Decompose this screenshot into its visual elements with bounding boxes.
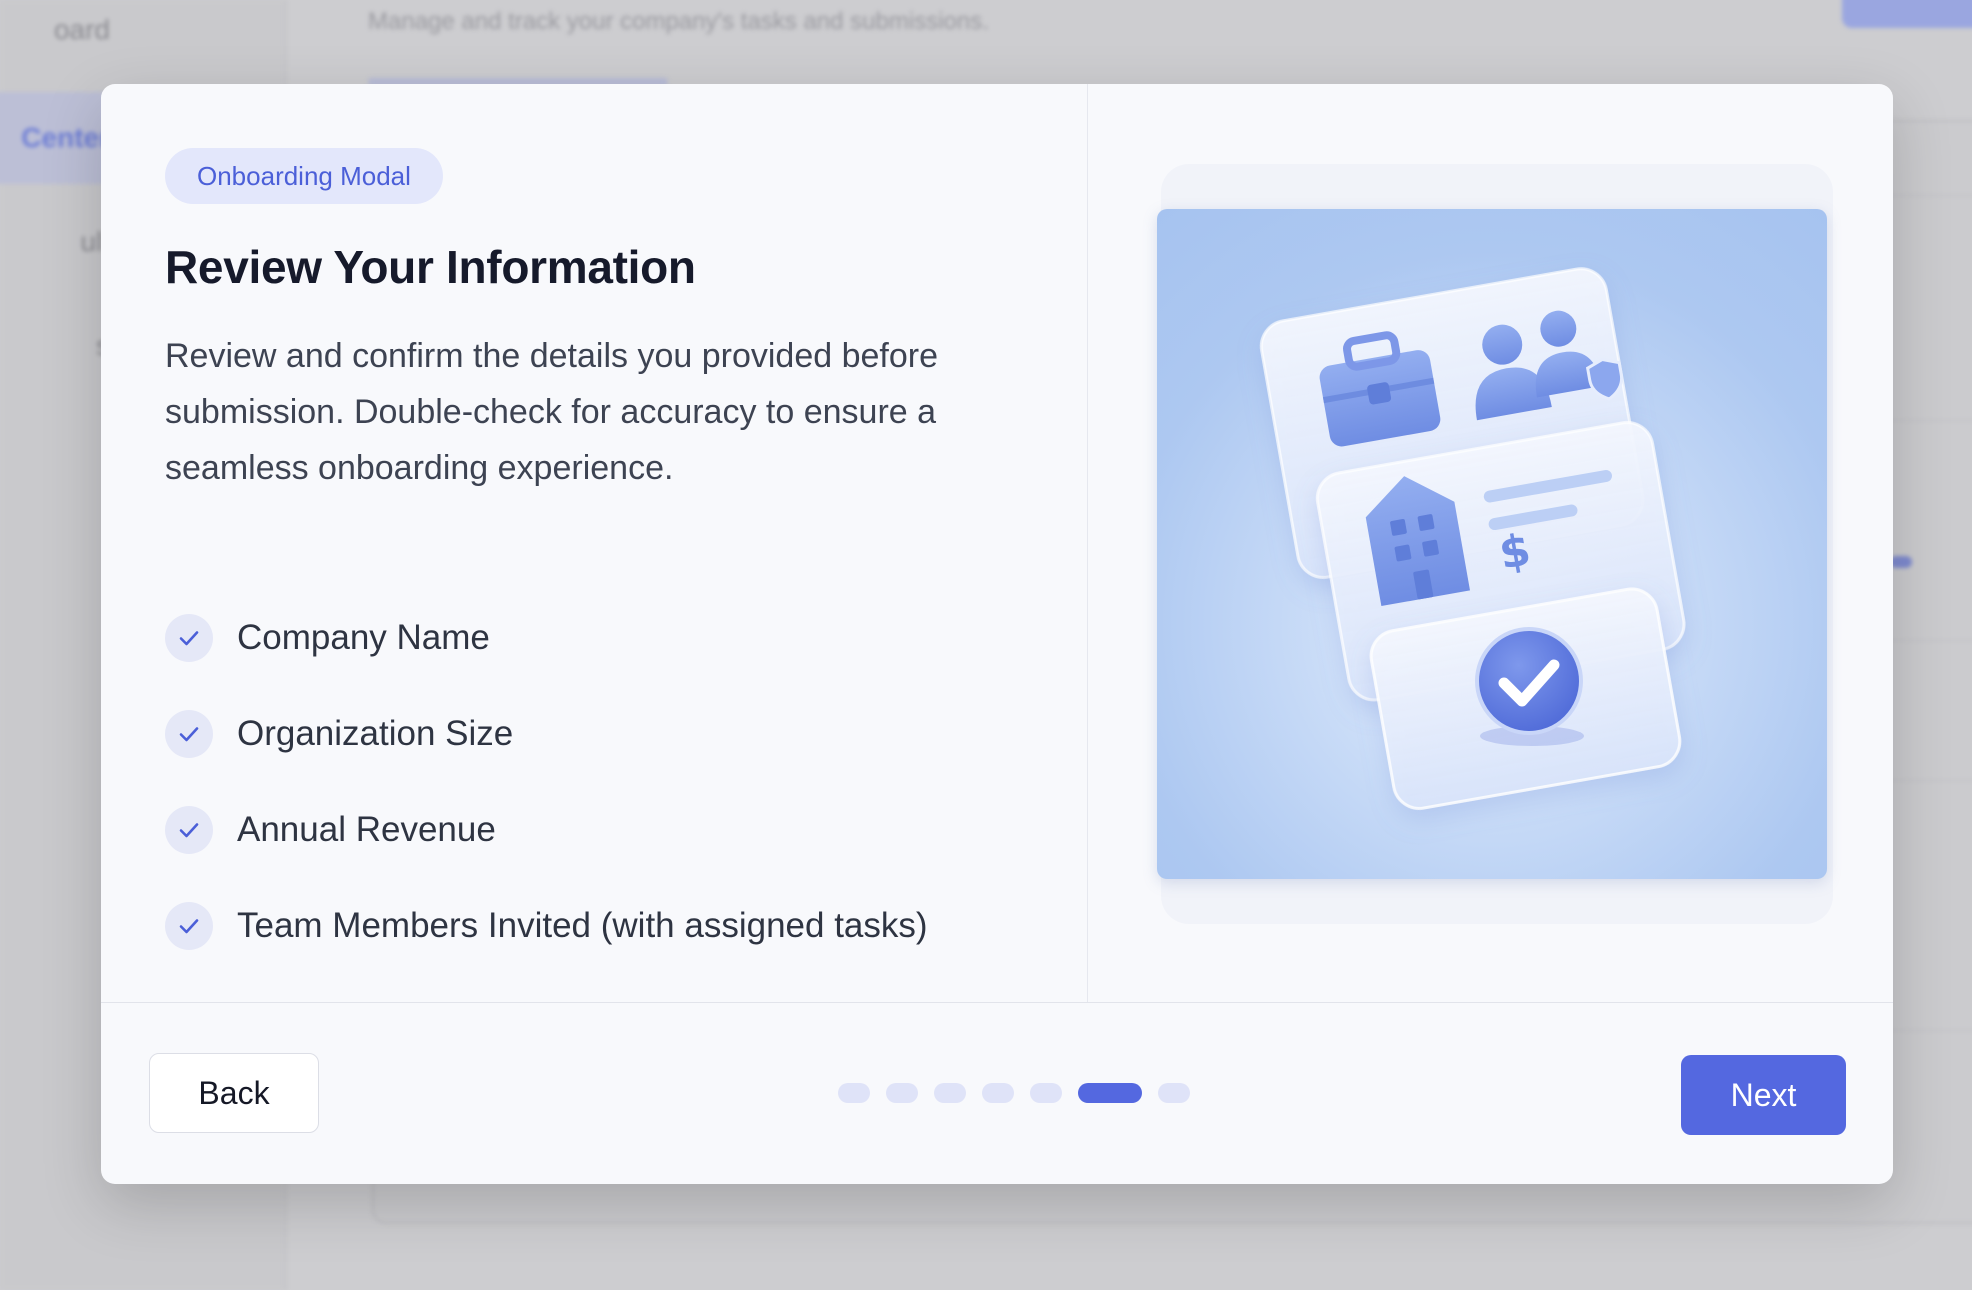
vertical-divider (1087, 84, 1088, 1002)
bg-row-line (1880, 195, 1972, 196)
check-icon (165, 902, 213, 950)
modal-badge: Onboarding Modal (165, 148, 443, 204)
step-progress-dots (838, 1083, 1190, 1103)
modal-description: Review and confirm the details you provi… (165, 337, 938, 487)
modal-content-left: Onboarding Modal Review Your Information… (101, 84, 1087, 1002)
step-dot (838, 1083, 870, 1103)
step-dot (1078, 1083, 1142, 1103)
checklist-item: Annual Revenue (165, 806, 928, 854)
bg-nav-item-active: Center (0, 92, 110, 184)
checklist-label: Organization Size (237, 714, 514, 753)
onboarding-modal: Onboarding Modal Review Your Information… (101, 84, 1893, 1184)
step-dot (934, 1083, 966, 1103)
bg-row-line (1880, 780, 1972, 781)
check-icon (165, 614, 213, 662)
bg-row-line (1880, 1030, 1972, 1031)
back-button[interactable]: Back (149, 1053, 319, 1133)
onboarding-illustration: $ (1157, 209, 1827, 879)
checklist-label: Team Members Invited (with assigned task… (237, 906, 928, 945)
step-dot (886, 1083, 918, 1103)
bg-row-line (1880, 640, 1972, 641)
footer-divider (101, 1002, 1893, 1003)
check-icon (165, 806, 213, 854)
background-indicator (1890, 556, 1912, 568)
bg-nav-item: oard (53, 14, 110, 45)
background-subtitle: Manage and track your company's tasks an… (368, 8, 989, 35)
step-dot (1158, 1083, 1190, 1103)
step-dot (1030, 1083, 1062, 1103)
bg-nav-item: s (0, 330, 110, 362)
checklist-item: Organization Size (165, 710, 928, 758)
check-icon (165, 710, 213, 758)
checklist-label: Company Name (237, 618, 490, 657)
review-checklist: Company Name Organization Size Annual Re… (165, 614, 928, 998)
checklist-item: Team Members Invited (with assigned task… (165, 902, 928, 950)
modal-title: Review Your Information (165, 241, 696, 293)
next-button[interactable]: Next (1681, 1055, 1846, 1135)
bg-row-line (1880, 420, 1972, 421)
background-button (1842, 0, 1972, 28)
bg-nav-item: ult (80, 226, 110, 257)
checklist-label: Annual Revenue (237, 810, 496, 849)
step-dot (982, 1083, 1014, 1103)
checklist-item: Company Name (165, 614, 928, 662)
